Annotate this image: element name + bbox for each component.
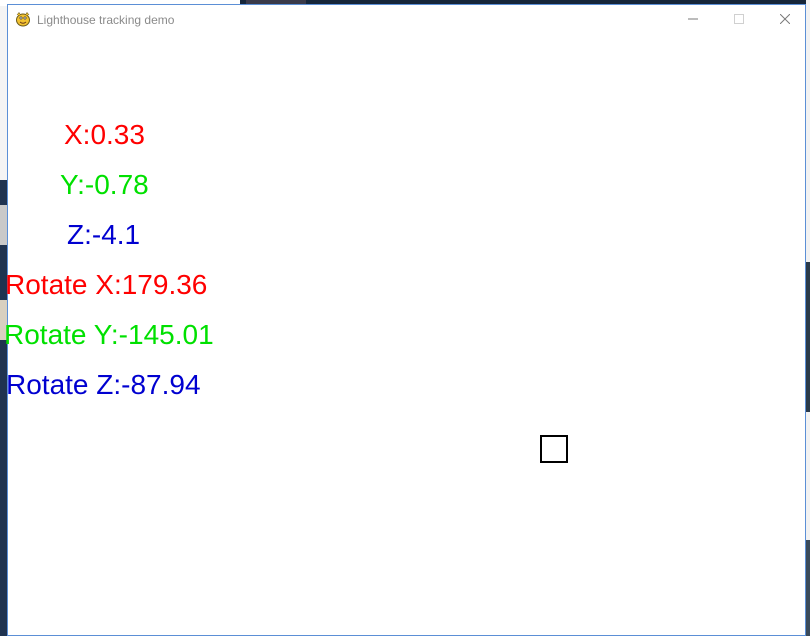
app-window: Lighthouse tracking demo X:0.33 Y:-0.78 … [4, 4, 806, 636]
background-right-area [806, 262, 810, 412]
render-canvas: X:0.33 Y:-0.78 Z:-4.1 Rotate X:179.36 Ro… [4, 35, 805, 635]
title-bar[interactable]: Lighthouse tracking demo [8, 5, 805, 35]
position-x-readout: X:0.33 [64, 119, 145, 150]
close-button[interactable] [762, 5, 808, 34]
position-z-readout: Z:-4.1 [67, 219, 141, 250]
rotation-z-readout: Rotate Z:-87.94 [6, 369, 201, 400]
background-right-area [806, 540, 810, 636]
desktop-background: Lighthouse tracking demo X:0.33 Y:-0.78 … [0, 0, 810, 636]
close-icon [779, 11, 791, 29]
minimize-icon [688, 11, 698, 29]
background-desktop-area [0, 180, 7, 636]
position-y-readout: Y:-0.78 [60, 169, 149, 200]
maximize-icon [734, 11, 744, 29]
tracked-object-marker [540, 435, 568, 463]
rotation-y-readout: Rotate Y:-145.01 [4, 319, 214, 350]
background-desktop-icon [0, 205, 7, 245]
rotation-x-readout: Rotate X:179.36 [5, 269, 208, 300]
window-title: Lighthouse tracking demo [37, 13, 175, 27]
minimize-button[interactable] [670, 5, 716, 34]
pygame-snake-icon [15, 11, 31, 27]
maximize-button[interactable] [716, 5, 762, 34]
